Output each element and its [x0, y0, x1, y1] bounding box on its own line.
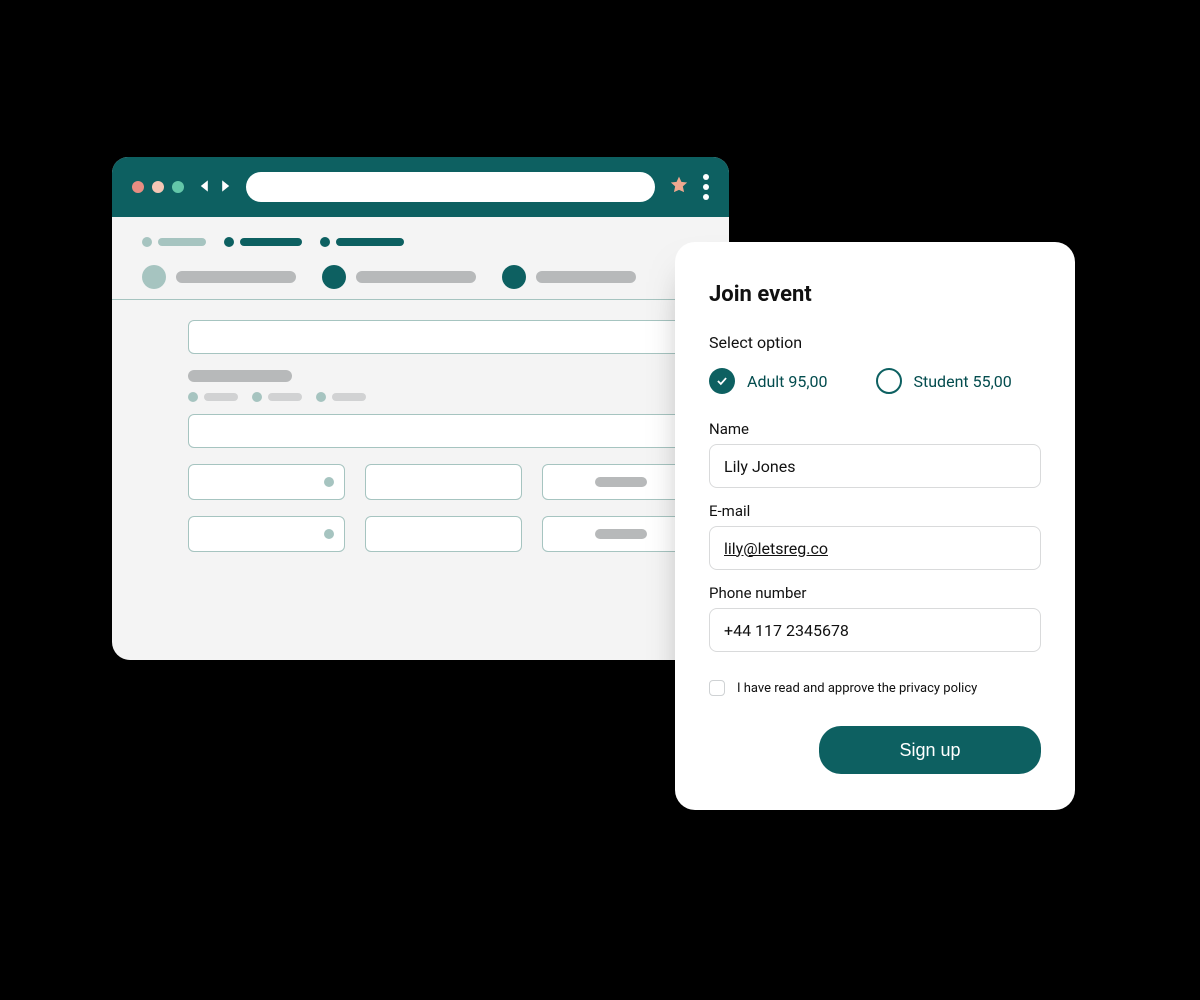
address-bar[interactable]: [246, 172, 655, 202]
window-controls: [132, 181, 184, 193]
privacy-row[interactable]: I have read and approve the privacy poli…: [709, 680, 1041, 696]
email-value: lily@letsreg.co: [724, 539, 828, 558]
breadcrumb-item[interactable]: [224, 237, 302, 247]
form-input[interactable]: [188, 320, 699, 354]
divider: [112, 299, 729, 300]
name-label: Name: [709, 420, 1041, 438]
join-event-panel: Join event Select option Adult 95,00 Stu…: [675, 242, 1075, 810]
sub-nav-item[interactable]: [188, 392, 238, 402]
name-value: Lily Jones: [724, 457, 795, 476]
panel-title: Join event: [709, 282, 1041, 307]
breadcrumb-item[interactable]: [142, 237, 206, 247]
kebab-menu-icon[interactable]: [703, 174, 709, 200]
tab-item[interactable]: [502, 265, 636, 289]
option-student[interactable]: Student 55,00: [876, 368, 1012, 394]
privacy-label: I have read and approve the privacy poli…: [737, 681, 977, 696]
phone-input[interactable]: +44 117 2345678: [709, 608, 1041, 652]
form-select[interactable]: [188, 464, 345, 500]
sub-nav-item[interactable]: [252, 392, 302, 402]
form-select[interactable]: [365, 516, 522, 552]
select-option-label: Select option: [709, 333, 1041, 352]
sub-nav: [188, 392, 699, 402]
form-input[interactable]: [188, 414, 699, 448]
form-area: [142, 320, 699, 552]
email-input[interactable]: lily@letsreg.co: [709, 526, 1041, 570]
back-icon[interactable]: [198, 178, 212, 197]
name-input[interactable]: Lily Jones: [709, 444, 1041, 488]
option-label: Student 55,00: [914, 372, 1012, 391]
form-row: [188, 516, 699, 552]
phone-label: Phone number: [709, 584, 1041, 602]
close-icon[interactable]: [132, 181, 144, 193]
browser-content: [112, 217, 729, 598]
option-adult[interactable]: Adult 95,00: [709, 368, 828, 394]
minimize-icon[interactable]: [152, 181, 164, 193]
sign-up-button[interactable]: Sign up: [819, 726, 1041, 774]
breadcrumb: [142, 237, 699, 247]
radio-checked-icon: [709, 368, 735, 394]
option-group: Adult 95,00 Student 55,00: [709, 368, 1041, 394]
tab-row: [142, 265, 699, 289]
breadcrumb-item[interactable]: [320, 237, 404, 247]
zoom-icon[interactable]: [172, 181, 184, 193]
privacy-checkbox[interactable]: [709, 680, 725, 696]
browser-toolbar: [112, 157, 729, 217]
email-label: E-mail: [709, 502, 1041, 520]
tab-item[interactable]: [142, 265, 296, 289]
form-select[interactable]: [365, 464, 522, 500]
phone-value: +44 117 2345678: [724, 621, 849, 640]
option-label: Adult 95,00: [747, 372, 828, 391]
browser-window: [112, 157, 729, 660]
form-row: [188, 464, 699, 500]
favorite-icon[interactable]: [669, 175, 689, 199]
radio-unchecked-icon: [876, 368, 902, 394]
sub-nav-item[interactable]: [316, 392, 366, 402]
section-label: [188, 370, 292, 382]
form-select[interactable]: [188, 516, 345, 552]
nav-arrows: [198, 178, 232, 197]
forward-icon[interactable]: [218, 178, 232, 197]
tab-item[interactable]: [322, 265, 476, 289]
